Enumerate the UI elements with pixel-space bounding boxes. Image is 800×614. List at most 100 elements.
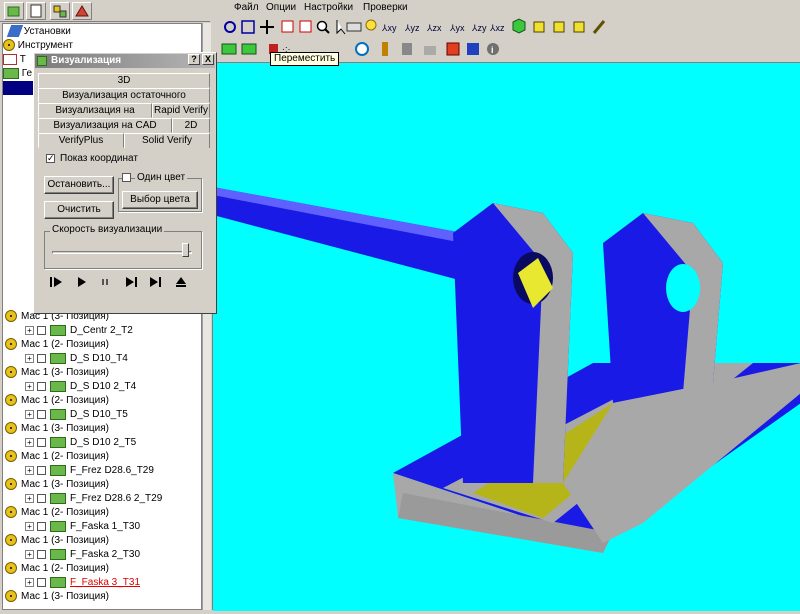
tool-checkbox[interactable] xyxy=(37,437,46,447)
expand-icon[interactable]: + xyxy=(25,409,34,419)
menu-settings[interactable]: Настройки xyxy=(304,2,353,13)
tab-rapid-verify[interactable]: Rapid Verify xyxy=(152,103,210,118)
tool-checkbox[interactable] xyxy=(37,549,46,559)
expand-icon[interactable]: + xyxy=(25,577,34,587)
tool-item[interactable]: + F_Frez D28.6_T29 xyxy=(25,464,154,478)
toolpath-view-button[interactable] xyxy=(72,2,92,20)
tree-item-setups[interactable]: Установки xyxy=(6,25,71,39)
axis-zx-icon[interactable]: ⅄zx xyxy=(426,23,442,33)
axis-zy-icon[interactable]: ⅄zy xyxy=(471,23,487,33)
operation-item[interactable]: Мас 1 (2- Позиция) xyxy=(5,562,109,576)
operation-item[interactable]: Мас 1 (2- Позиция) xyxy=(5,394,109,408)
expand-icon[interactable]: + xyxy=(25,437,34,447)
machine-icon[interactable] xyxy=(424,46,436,55)
expand-icon[interactable]: + xyxy=(25,549,34,559)
tab-3d[interactable]: 3D xyxy=(38,73,210,88)
tree-item-selected[interactable] xyxy=(3,81,33,95)
step-start-icon[interactable] xyxy=(50,277,62,287)
axis-xy-icon[interactable]: ⅄xy xyxy=(381,23,397,33)
operation-item[interactable]: Мас 1 (3- Позиция) xyxy=(5,590,109,604)
tool-checkbox[interactable] xyxy=(37,493,46,503)
zoom-fit-icon[interactable] xyxy=(224,21,236,33)
rotate-icon[interactable] xyxy=(281,20,294,33)
brush-icon[interactable] xyxy=(592,20,606,34)
tree-item-tools[interactable]: Инструмент xyxy=(3,39,73,53)
document-view-button[interactable] xyxy=(26,2,46,20)
part-model-icon[interactable] xyxy=(241,43,257,55)
speed-slider-thumb[interactable] xyxy=(182,243,189,257)
machine-view-button[interactable] xyxy=(4,2,24,20)
operation-item[interactable]: Мас 1 (2- Позиция) xyxy=(5,506,109,520)
clear-button[interactable]: Очистить xyxy=(44,201,114,219)
tool-checkbox[interactable] xyxy=(37,325,46,335)
tool-checkbox[interactable] xyxy=(37,409,46,419)
tool-item[interactable]: + F_Faska 2_T30 xyxy=(25,548,140,562)
stock-icon[interactable] xyxy=(221,43,237,55)
tree-item-t[interactable]: Т xyxy=(3,53,26,67)
tool-item[interactable]: + D_S D10_T4 xyxy=(25,352,128,366)
step-forward-icon[interactable] xyxy=(126,277,137,287)
close-button[interactable]: X xyxy=(202,54,214,65)
magnifier-icon[interactable] xyxy=(316,20,330,34)
eject-icon[interactable] xyxy=(176,277,186,287)
tool-item[interactable]: + D_S D10_T5 xyxy=(25,408,128,422)
axis-yz-icon[interactable]: ⅄yz xyxy=(404,23,420,33)
tool-item[interactable]: + F_Frez D28.6 2_T29 xyxy=(25,492,162,506)
pan-icon[interactable] xyxy=(260,20,274,34)
tool-checkbox[interactable] xyxy=(37,465,46,475)
expand-icon[interactable]: + xyxy=(25,493,34,503)
expand-icon[interactable]: + xyxy=(25,381,34,391)
operation-item[interactable]: Мас 1 (2- Позиция) xyxy=(5,450,109,464)
skip-end-icon[interactable] xyxy=(150,277,161,287)
tab-cad-model[interactable]: Визуализация на CAD Модели xyxy=(38,118,172,144)
zoom-window-icon[interactable] xyxy=(241,20,255,34)
operation-item[interactable]: Мас 1 (3- Позиция) xyxy=(5,422,109,436)
expand-icon[interactable]: + xyxy=(25,465,34,475)
tool-item[interactable]: + D_Centr 2_T2 xyxy=(25,324,133,338)
info-icon[interactable]: i xyxy=(487,43,499,55)
tool-checkbox[interactable] xyxy=(37,381,46,391)
ruler-icon[interactable] xyxy=(346,22,362,32)
tool-checkbox[interactable] xyxy=(37,577,46,587)
tool-item[interactable]: + D_S D10 2_T5 xyxy=(25,436,136,450)
hidden-cube-icon[interactable] xyxy=(573,21,585,33)
menu-checks[interactable]: Проверки xyxy=(363,2,408,13)
choose-color-button[interactable]: Выбор цвета xyxy=(122,191,198,209)
tab-solid-verify[interactable]: Solid Verify xyxy=(124,133,210,148)
tool-checkbox[interactable] xyxy=(37,353,46,363)
select-arrow-icon[interactable] xyxy=(336,20,346,35)
tool-item[interactable]: + F_Faska 1_T30 xyxy=(25,520,140,534)
tab-machine-visualization[interactable]: Визуализация на станке xyxy=(38,103,152,129)
filter-icon[interactable] xyxy=(402,43,412,55)
tree-item-geometry[interactable]: Ге xyxy=(3,67,32,81)
axis-xz-icon[interactable]: ⅄xz xyxy=(489,23,505,33)
grid-color-icon[interactable] xyxy=(446,42,460,56)
pause-icon[interactable] xyxy=(102,279,108,285)
wire-cube-icon[interactable] xyxy=(553,21,565,33)
shaded-cube-icon[interactable] xyxy=(533,21,545,33)
play-icon[interactable] xyxy=(78,277,86,287)
light-bulb-icon[interactable] xyxy=(365,19,377,31)
menu-file[interactable]: Файл xyxy=(234,2,259,13)
operation-item[interactable]: Мас 1 (3- Позиция) xyxy=(5,478,109,492)
expand-icon[interactable]: + xyxy=(25,521,34,531)
tool-checkbox[interactable] xyxy=(37,521,46,531)
tab-2d[interactable]: 2D xyxy=(172,118,210,133)
operation-item[interactable]: Мас 1 (3- Позиция) xyxy=(5,534,109,548)
axis-yx-icon[interactable]: ⅄yx xyxy=(449,23,465,33)
tab-residual-material[interactable]: Визуализация остаточного материала xyxy=(38,88,210,114)
stop-button[interactable]: Остановить... xyxy=(44,176,114,194)
target-icon[interactable] xyxy=(355,42,369,56)
tool-view-button[interactable] xyxy=(50,2,70,20)
menu-options[interactable]: Опции xyxy=(266,2,296,13)
expand-icon[interactable]: + xyxy=(25,353,34,363)
one-color-checkbox[interactable] xyxy=(122,173,131,182)
cube-view-icon[interactable] xyxy=(299,20,312,33)
tool-item[interactable]: + F_Faska 3_T31 xyxy=(25,576,140,590)
operation-item[interactable]: Мас 1 (3- Позиция) xyxy=(5,366,109,380)
iso-view-icon[interactable] xyxy=(512,18,526,34)
stats-icon[interactable] xyxy=(467,43,479,55)
3d-viewport[interactable] xyxy=(212,62,800,611)
show-coords-checkbox[interactable]: ✓ xyxy=(46,154,55,163)
tool-holder-icon[interactable] xyxy=(382,42,388,56)
